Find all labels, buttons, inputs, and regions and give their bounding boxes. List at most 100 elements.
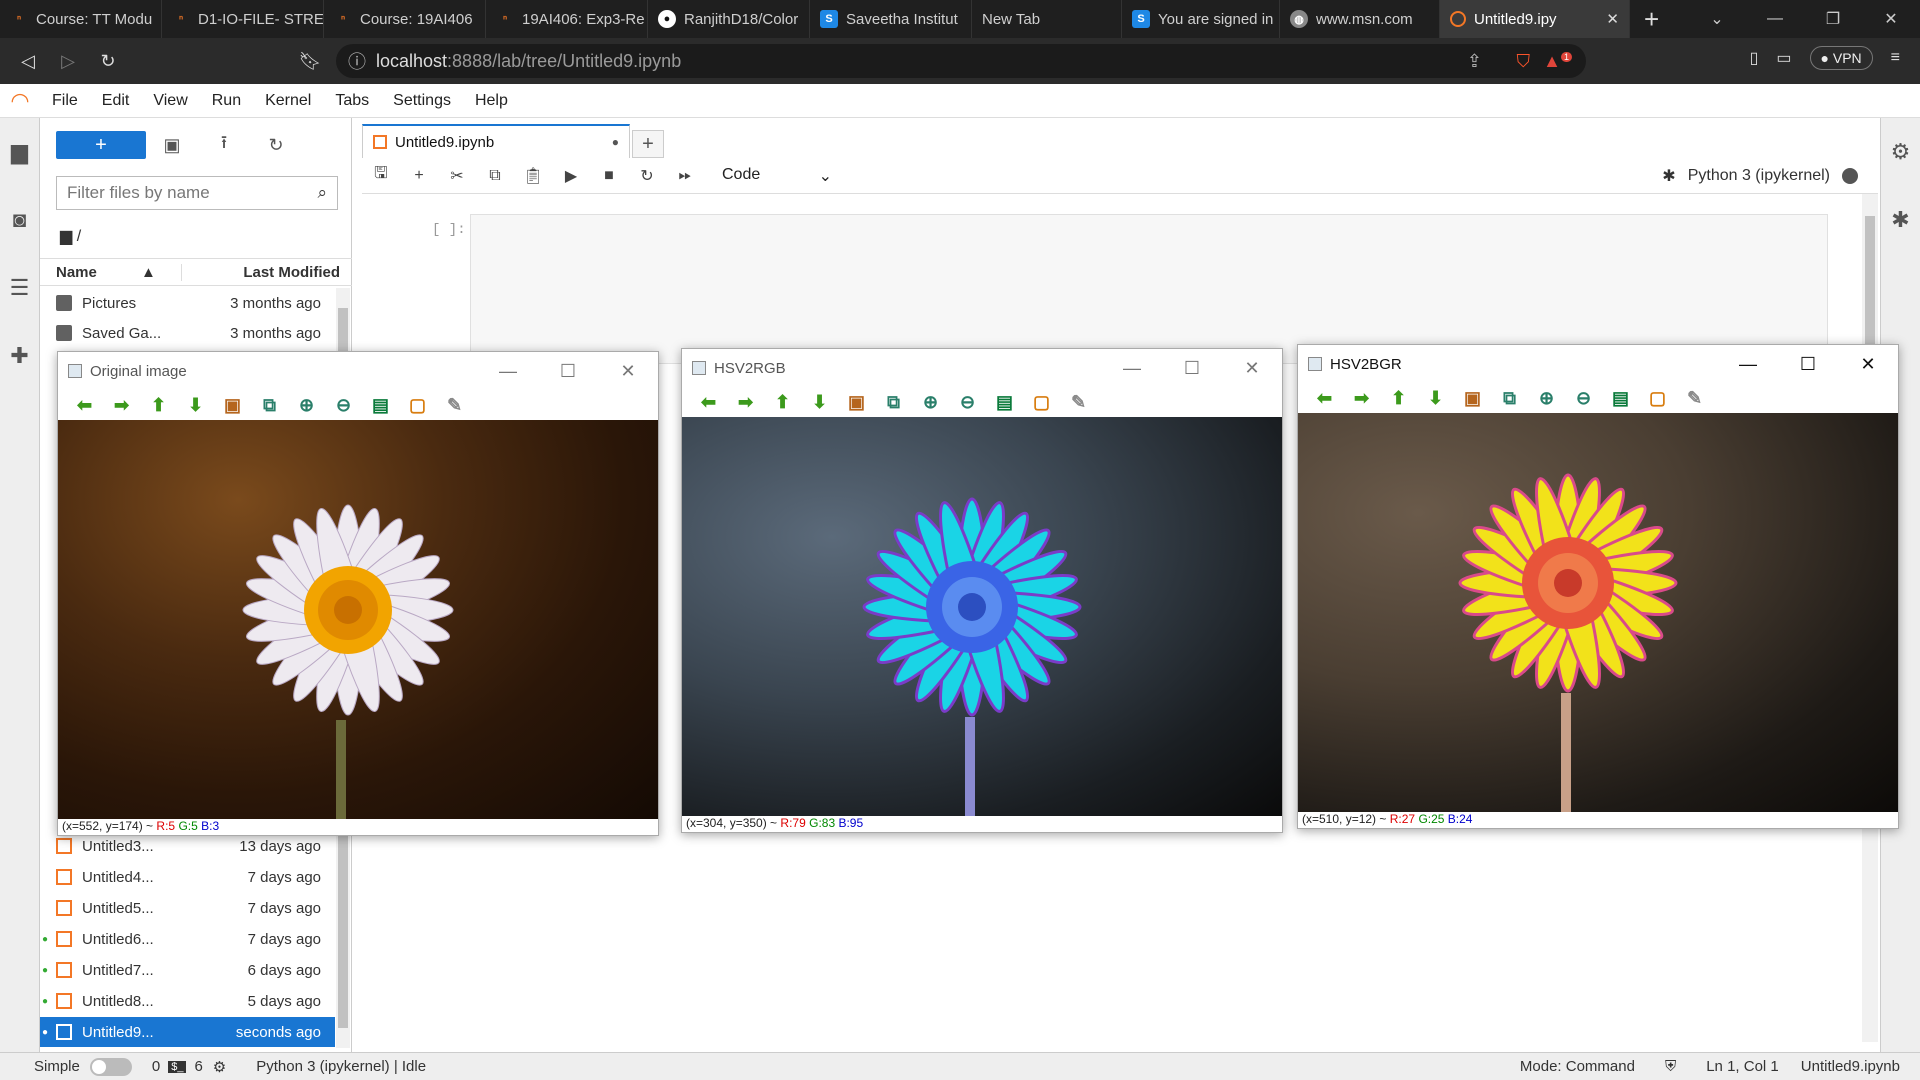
browser-tab[interactable]: S Saveetha Institut: [810, 0, 972, 38]
list-item[interactable]: Saved Ga... 3 months ago: [40, 318, 335, 348]
close-icon[interactable]: ✕: [1222, 358, 1282, 379]
menu-file[interactable]: File: [40, 92, 90, 110]
cv-title-bar[interactable]: HSV2BGR — ☐ ✕: [1298, 345, 1898, 383]
minimize-icon[interactable]: —: [1718, 354, 1778, 375]
menu-settings[interactable]: Settings: [381, 92, 463, 110]
minimize-icon[interactable]: —: [1102, 358, 1162, 379]
save-icon[interactable]: ▤: [1602, 388, 1639, 409]
close-icon[interactable]: ✕: [1838, 354, 1898, 375]
cv-image-hsv2bgr[interactable]: [1298, 413, 1898, 813]
vpn-button[interactable]: ● VPN: [1809, 46, 1873, 70]
cv-image-hsv2rgb[interactable]: [682, 417, 1282, 817]
browser-tab[interactable]: ⁿ Course: TT Modu: [0, 0, 162, 38]
simple-mode-toggle[interactable]: [89, 1057, 132, 1076]
list-item[interactable]: Untitled5... 7 days ago: [40, 893, 335, 923]
tab-search-icon[interactable]: ⌄: [1688, 9, 1746, 29]
zoom-in-icon[interactable]: ⊕: [912, 392, 949, 413]
upload-icon[interactable]: ⭱: [198, 130, 250, 160]
maximize-icon[interactable]: ☐: [538, 361, 598, 382]
pan-right-icon[interactable]: ➡: [727, 392, 764, 413]
property-inspector-icon[interactable]: ⚙: [1881, 118, 1920, 186]
close-icon[interactable]: ✕: [598, 361, 658, 382]
list-item[interactable]: Pictures 3 months ago: [40, 288, 335, 318]
file-filter-input[interactable]: Filter files by name ⌕: [56, 176, 338, 210]
close-window-icon[interactable]: ✕: [1862, 9, 1920, 29]
run-icon[interactable]: ▶: [552, 166, 590, 186]
pan-down-icon[interactable]: ⬇: [177, 395, 214, 416]
new-tab-button[interactable]: +: [1644, 4, 1659, 35]
properties-icon[interactable]: ✎: [436, 395, 473, 416]
maximize-icon[interactable]: ❐: [1804, 9, 1862, 29]
zoom-in-icon[interactable]: ⊕: [288, 395, 325, 416]
browser-tab[interactable]: New Tab: [972, 0, 1122, 38]
breadcrumb[interactable]: ▆ /: [60, 226, 81, 246]
list-item-selected[interactable]: ● Untitled9... seconds ago: [40, 1017, 335, 1047]
run-all-icon[interactable]: ⏩︎: [666, 167, 704, 185]
copy-icon[interactable]: ▢: [399, 395, 436, 416]
browser-tab[interactable]: ⁿ D1-IO-FILE- STRE: [162, 0, 324, 38]
copy-icon[interactable]: ▢: [1639, 388, 1676, 409]
cv-image-original[interactable]: [58, 420, 658, 820]
browser-tab-active[interactable]: Untitled9.ipy ✕: [1440, 0, 1630, 38]
zoom-in-icon[interactable]: ⊕: [1528, 388, 1565, 409]
copy-icon[interactable]: ▢: [1023, 392, 1060, 413]
bookmark-icon[interactable]: 🔖︎: [290, 51, 330, 72]
close-tab-icon[interactable]: ✕: [1606, 10, 1619, 28]
restart-icon[interactable]: ↻: [628, 166, 666, 186]
add-tab-button[interactable]: +: [632, 130, 664, 158]
menu-view[interactable]: View: [141, 92, 199, 110]
zoom-actual-icon[interactable]: ⧉: [1491, 388, 1528, 409]
zoom-fit-icon[interactable]: ▣: [838, 392, 875, 413]
browser-menu-icon[interactable]: ≡: [1891, 49, 1900, 67]
tab-untitled9[interactable]: Untitled9.ipynb ●: [362, 124, 630, 158]
copy-icon[interactable]: ⧉: [476, 167, 514, 185]
browser-tab[interactable]: S You are signed in: [1122, 0, 1280, 38]
menu-help[interactable]: Help: [463, 92, 520, 110]
properties-icon[interactable]: ✎: [1060, 392, 1097, 413]
sort-by-name[interactable]: Name ▲: [40, 263, 182, 281]
wallet-icon[interactable]: ▭: [1776, 48, 1791, 68]
menu-run[interactable]: Run: [200, 92, 253, 110]
paste-icon[interactable]: 📋︎: [514, 166, 552, 186]
address-bar[interactable]: ⓘ localhost:8888/lab/tree/Untitled9.ipyn…: [336, 44, 1586, 78]
pan-up-icon[interactable]: ⬆: [764, 392, 801, 413]
zoom-actual-icon[interactable]: ⧉: [251, 395, 288, 416]
pan-up-icon[interactable]: ⬆: [140, 395, 177, 416]
cut-icon[interactable]: ✂: [438, 166, 476, 186]
table-of-contents-icon[interactable]: ☰: [0, 254, 39, 322]
pan-left-icon[interactable]: ⬅: [690, 392, 727, 413]
list-item[interactable]: ● Untitled7... 6 days ago: [40, 955, 335, 985]
unsaved-dot-icon[interactable]: ●: [612, 135, 619, 149]
site-info-icon[interactable]: ⓘ: [348, 48, 366, 74]
folder-icon[interactable]: ▆: [0, 118, 39, 186]
debugger-icon[interactable]: ✱: [1881, 186, 1920, 254]
cv-window-hsv2rgb[interactable]: HSV2RGB — ☐ ✕ ⬅ ➡ ⬆ ⬇ ▣ ⧉ ⊕ ⊖ ▤ ▢ ✎ (x=304, y=350) ~…: [681, 348, 1283, 833]
debugger-icon[interactable]: ✱: [1662, 166, 1675, 186]
running-kernels-icon[interactable]: ◙: [0, 186, 39, 254]
browser-tab[interactable]: ⁿ Course: 19AI406: [324, 0, 486, 38]
maximize-icon[interactable]: ☐: [1162, 358, 1222, 379]
list-item[interactable]: Untitled4... 7 days ago: [40, 862, 335, 892]
kernel-indicator[interactable]: ✱ Python 3 (ipykernel): [1662, 166, 1878, 186]
cv-window-hsv2bgr[interactable]: HSV2BGR — ☐ ✕ ⬅ ➡ ⬆ ⬇ ▣ ⧉ ⊕ ⊖ ▤ ▢ ✎ (x=510, y=12) ~ …: [1297, 344, 1899, 829]
share-icon[interactable]: ⇪: [1467, 51, 1482, 72]
back-icon[interactable]: ◁: [8, 51, 48, 72]
brave-shield-icon[interactable]: ⛉: [1517, 51, 1531, 72]
list-item[interactable]: ● Untitled6... 7 days ago: [40, 924, 335, 954]
menu-kernel[interactable]: Kernel: [253, 92, 323, 110]
pan-right-icon[interactable]: ➡: [1343, 388, 1380, 409]
zoom-out-icon[interactable]: ⊖: [325, 395, 362, 416]
save-icon[interactable]: ▤: [362, 395, 399, 416]
pan-up-icon[interactable]: ⬆: [1380, 388, 1417, 409]
cv-window-original[interactable]: Original image — ☐ ✕ ⬅ ➡ ⬆ ⬇ ▣ ⧉ ⊕ ⊖ ▤ ▢ ✎ (x=552, y…: [57, 351, 659, 836]
reload-icon[interactable]: ↻: [88, 51, 128, 72]
sort-by-modified[interactable]: Last Modified: [243, 264, 352, 281]
pan-down-icon[interactable]: ⬇: [801, 392, 838, 413]
browser-tab[interactable]: ◍ www.msn.com: [1280, 0, 1440, 38]
refresh-icon[interactable]: ↻: [250, 135, 302, 156]
sidebar-icon[interactable]: ▯: [1750, 48, 1759, 68]
browser-tab[interactable]: ● RanjithD18/Color: [648, 0, 810, 38]
forward-icon[interactable]: ▷: [48, 51, 88, 72]
zoom-out-icon[interactable]: ⊖: [1565, 388, 1602, 409]
save-icon[interactable]: ▤: [986, 392, 1023, 413]
